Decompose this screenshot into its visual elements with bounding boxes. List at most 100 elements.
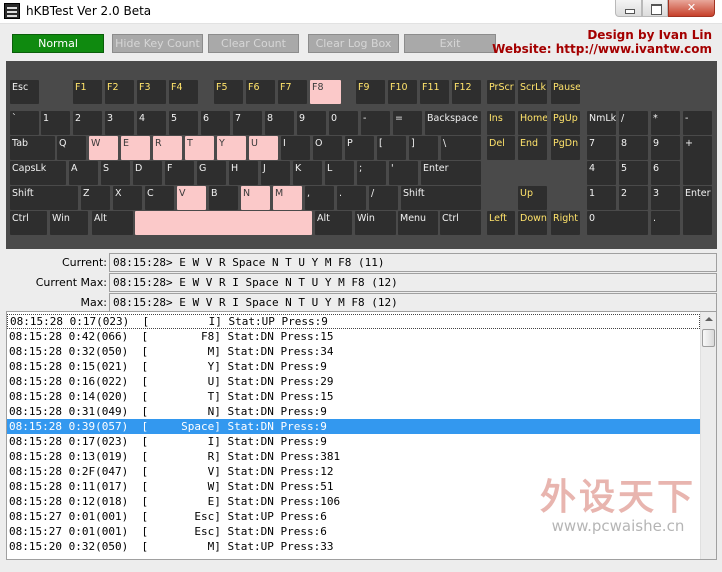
key-f11: F11: [420, 80, 449, 104]
key-tab: Tab: [10, 136, 55, 160]
key-p: P: [345, 136, 374, 160]
key-q: Q: [57, 136, 86, 160]
key-capslock: CapsLk: [10, 161, 66, 185]
key-comma: ,: [305, 186, 334, 210]
key-right-bracket: ]: [409, 136, 438, 160]
max-label: Max:: [80, 296, 107, 309]
key-w: W: [89, 136, 118, 160]
key-numpad-7: 7: [587, 136, 616, 160]
key-left: Left: [487, 211, 515, 235]
key-backtick: `: [10, 111, 39, 135]
key-scrlk: ScrLk: [518, 80, 547, 104]
key-numpad-divide: /: [619, 111, 648, 135]
key-n: N: [241, 186, 270, 210]
hide-key-count-button[interactable]: Hide Key Count: [112, 34, 203, 53]
exit-button[interactable]: Exit: [404, 34, 496, 53]
key-numpad-4: 4: [587, 161, 616, 185]
log-row[interactable]: 08:15:28 0:42(066) [ F8] Stat:DN Press:1…: [7, 329, 700, 344]
log-row[interactable]: 08:15:28 0:13(019) [ R] Stat:DN Press:38…: [7, 449, 700, 464]
key-left-win: Win: [50, 211, 88, 235]
log-row[interactable]: 08:15:28 0:31(049) [ N] Stat:DN Press:9: [7, 404, 700, 419]
key-e: E: [121, 136, 150, 160]
key-d: D: [133, 161, 162, 185]
minimize-button[interactable]: [615, 0, 642, 17]
key-l: L: [325, 161, 354, 185]
window-title: hKBTest Ver 2.0 Beta: [26, 4, 152, 18]
key-pgup: PgUp: [551, 111, 580, 135]
key-numpad-6: 6: [651, 161, 680, 185]
key-numpad-add: +: [683, 136, 712, 185]
key-h: H: [229, 161, 258, 185]
key-f2: F2: [105, 80, 134, 104]
key-f1: F1: [73, 80, 102, 104]
log-row-selected[interactable]: 08:15:28 0:39(057) [ Space] Stat:DN Pres…: [7, 419, 700, 434]
current-field: 08:15:28> E W V R Space N T U Y M F8 (11…: [109, 253, 717, 272]
log-row[interactable]: 08:15:28 0:17(023) [ I] Stat:DN Press:9: [7, 434, 700, 449]
key-4: 4: [137, 111, 166, 135]
key-quote: ': [389, 161, 418, 185]
scroll-up-arrow-icon[interactable]: [701, 312, 716, 327]
key-right-alt: Alt: [315, 211, 352, 235]
key-j: J: [261, 161, 290, 185]
log-row[interactable]: 08:15:20 0:32(050) [ M] Stat:UP Press:33: [7, 539, 700, 554]
key-prscr: PrScr: [487, 80, 515, 104]
maximize-button[interactable]: [642, 0, 668, 17]
log-row[interactable]: 08:15:28 0:12(018) [ E] Stat:DN Press:10…: [7, 494, 700, 509]
log-row[interactable]: 08:15:28 0:11(017) [ W] Stat:DN Press:51: [7, 479, 700, 494]
log-row[interactable]: 08:15:28 0:16(022) [ U] Stat:DN Press:29: [7, 374, 700, 389]
log-row[interactable]: 08:15:27 0:01(001) [ Esc] Stat:UP Press:…: [7, 509, 700, 524]
key-f12: F12: [452, 80, 481, 104]
key-numpad-0: 0: [587, 211, 648, 235]
key-pause: Pause: [551, 80, 580, 104]
status-max: Max: 08:15:28> E W V R I Space N T U Y M…: [0, 293, 722, 312]
key-z: Z: [81, 186, 110, 210]
keyboard-panel: Esc F1 F2 F3 F4 F5 F6 F7 F8 F9 F10 F11 F…: [6, 61, 717, 249]
log-row[interactable]: 08:15:28 0:15(021) [ Y] Stat:DN Press:9: [7, 359, 700, 374]
key-left-shift: Shift: [10, 186, 78, 210]
key-numpad-enter: Enter: [683, 186, 712, 235]
key-numpad-dot: .: [651, 211, 680, 235]
key-backspace: Backspace: [425, 111, 481, 135]
key-right-win: Win: [355, 211, 396, 235]
key-s: S: [101, 161, 130, 185]
key-semicolon: ;: [357, 161, 386, 185]
key-5: 5: [169, 111, 198, 135]
key-f5: F5: [214, 80, 243, 104]
log-box[interactable]: 08:15:28 0:17(023) [ I] Stat:UP Press:9 …: [6, 311, 717, 560]
key-g: G: [197, 161, 226, 185]
key-down: Down: [518, 211, 547, 235]
key-left-bracket: [: [377, 136, 406, 160]
scroll-thumb[interactable]: [702, 329, 715, 347]
key-x: X: [113, 186, 142, 210]
key-f7: F7: [278, 80, 307, 104]
key-minus: -: [361, 111, 390, 135]
key-ins: Ins: [487, 111, 515, 135]
credits: Design by Ivan Lin Website: http://www.i…: [492, 28, 712, 56]
close-button[interactable]: [668, 0, 715, 17]
current-max-label: Current Max:: [35, 276, 107, 289]
key-0: 0: [329, 111, 358, 135]
credits-design: Design by Ivan Lin: [587, 28, 712, 42]
key-numlock: NmLk: [587, 111, 616, 135]
key-right-shift: Shift: [401, 186, 481, 210]
key-f4: F4: [169, 80, 198, 104]
log-scrollbar[interactable]: [700, 312, 716, 559]
clear-count-button[interactable]: Clear Count: [208, 34, 299, 53]
clear-log-box-button[interactable]: Clear Log Box: [308, 34, 399, 53]
key-f3: F3: [137, 80, 166, 104]
max-field: 08:15:28> E W V R I Space N T U Y M F8 (…: [109, 293, 717, 312]
title-bar: hKBTest Ver 2.0 Beta: [0, 0, 722, 24]
key-esc: Esc: [10, 80, 39, 104]
log-row[interactable]: 08:15:27 0:01(001) [ Esc] Stat:DN Press:…: [7, 524, 700, 539]
key-pgdn: PgDn: [551, 136, 580, 160]
normal-button[interactable]: Normal: [12, 34, 104, 53]
log-row[interactable]: 08:15:28 0:14(020) [ T] Stat:DN Press:15: [7, 389, 700, 404]
log-row[interactable]: 08:15:28 0:17(023) [ I] Stat:UP Press:9: [7, 314, 700, 329]
key-b: B: [209, 186, 238, 210]
key-f10: F10: [388, 80, 417, 104]
key-home: Home: [518, 111, 547, 135]
log-row[interactable]: 08:15:28 0:32(050) [ M] Stat:DN Press:34: [7, 344, 700, 359]
keyboard-app-icon: [4, 3, 20, 19]
log-row[interactable]: 08:15:28 0:2F(047) [ V] Stat:DN Press:12: [7, 464, 700, 479]
key-a: A: [69, 161, 98, 185]
